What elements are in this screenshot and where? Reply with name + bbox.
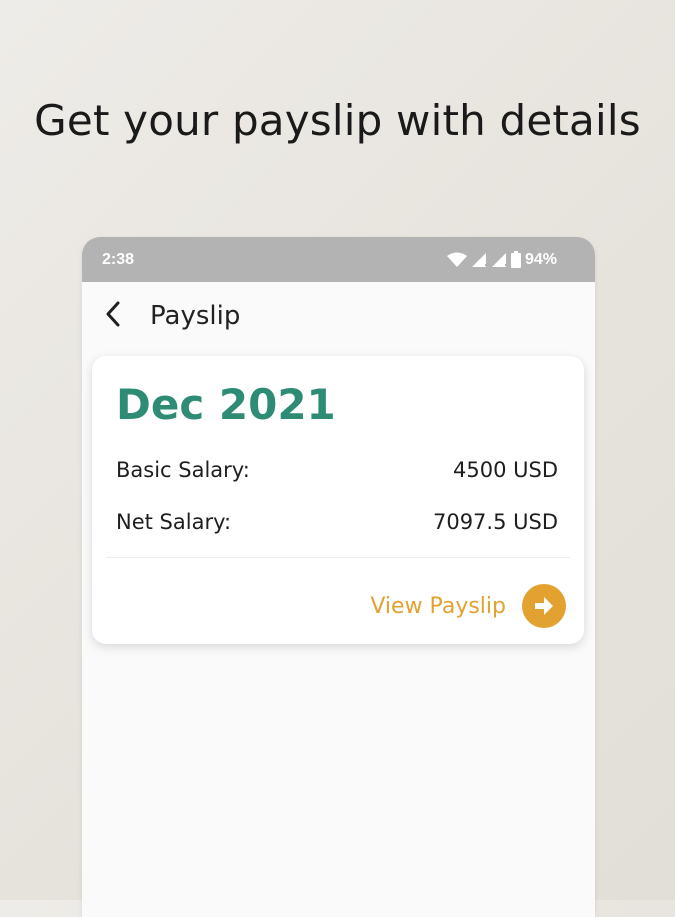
basic-salary-label: Basic Salary: bbox=[116, 458, 250, 482]
status-icons: 94% bbox=[446, 250, 557, 269]
net-salary-row: Net Salary: 7097.5 USD bbox=[116, 510, 558, 534]
signal-icon bbox=[491, 252, 507, 268]
status-time: 2:38 bbox=[102, 250, 135, 268]
basic-salary-row: Basic Salary: 4500 USD bbox=[116, 458, 558, 482]
back-arrow-icon bbox=[105, 301, 121, 332]
battery-icon bbox=[510, 251, 521, 268]
view-payslip-button[interactable]: View Payslip bbox=[370, 584, 566, 628]
app-bar: Payslip bbox=[82, 282, 595, 350]
payslip-card: Dec 2021 Basic Salary: 4500 USD Net Sala… bbox=[92, 356, 584, 644]
wifi-icon bbox=[446, 252, 467, 268]
promo-headline: Get your payslip with details bbox=[34, 96, 641, 145]
page-title: Payslip bbox=[150, 301, 241, 331]
status-bar: 2:38 94% bbox=[82, 237, 595, 282]
payslip-month: Dec 2021 bbox=[116, 380, 336, 429]
back-button[interactable] bbox=[100, 301, 126, 331]
signal-icon bbox=[471, 252, 487, 268]
arrow-right-icon[interactable] bbox=[522, 584, 566, 628]
net-salary-value: 7097.5 USD bbox=[432, 510, 558, 534]
view-payslip-label: View Payslip bbox=[370, 593, 506, 619]
phone-screen: 2:38 94% Payslip Dec 2021 Basic Salary: … bbox=[82, 237, 595, 917]
net-salary-label: Net Salary: bbox=[116, 510, 232, 534]
battery-percent: 94% bbox=[524, 250, 557, 268]
card-divider bbox=[106, 557, 570, 558]
basic-salary-value: 4500 USD bbox=[453, 458, 558, 482]
